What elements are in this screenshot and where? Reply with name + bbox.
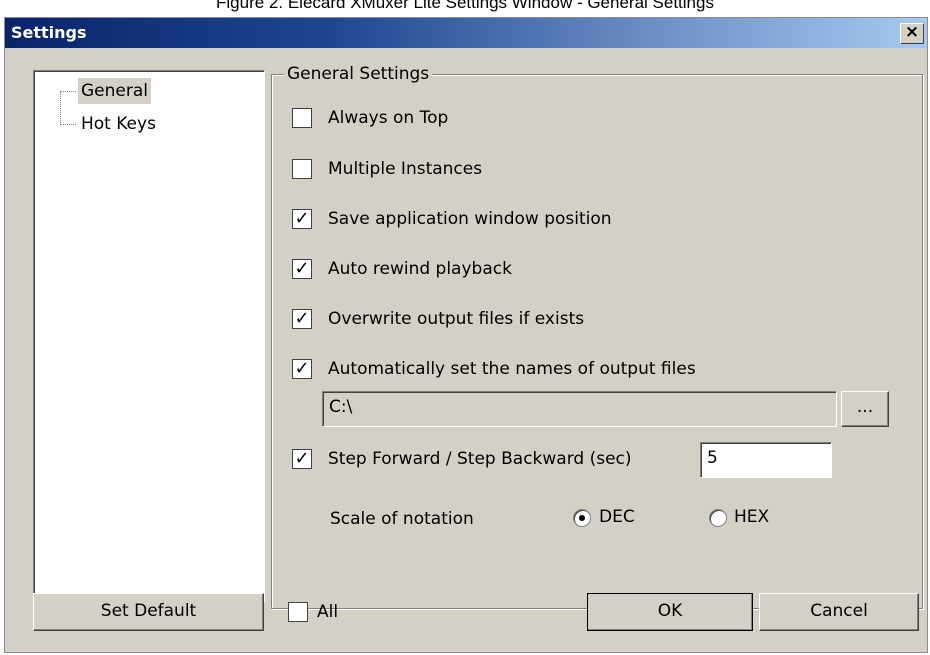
multiple-instances-label[interactable]: Multiple Instances <box>328 157 482 181</box>
step-checkbox[interactable]: ✓ <box>292 449 312 469</box>
auto-name-output-label[interactable]: Automatically set the names of output fi… <box>328 357 696 381</box>
title-bar[interactable]: Settings × <box>5 18 927 48</box>
hex-radio[interactable] <box>709 509 727 527</box>
overwrite-output-checkbox[interactable]: ✓ <box>292 309 312 329</box>
step-label[interactable]: Step Forward / Step Backward (sec) <box>328 447 632 471</box>
save-window-position-checkbox[interactable]: ✓ <box>292 209 312 229</box>
tree-item-hot-keys[interactable]: Hot Keys <box>78 111 159 137</box>
tree-connector-line <box>60 124 76 125</box>
all-label[interactable]: All <box>317 600 338 624</box>
close-icon: × <box>904 22 920 42</box>
auto-rewind-label[interactable]: Auto rewind playback <box>328 257 512 281</box>
always-on-top-checkbox[interactable] <box>292 108 312 128</box>
settings-category-tree[interactable]: General Hot Keys <box>33 70 265 602</box>
always-on-top-label[interactable]: Always on Top <box>328 106 448 130</box>
settings-window: Settings × General Hot Keys General Sett… <box>4 17 928 653</box>
general-settings-group: General Settings Always on Top Multiple … <box>271 64 923 609</box>
auto-name-output-checkbox[interactable]: ✓ <box>292 359 312 379</box>
check-icon: ✓ <box>294 358 310 379</box>
auto-rewind-checkbox[interactable]: ✓ <box>292 259 312 279</box>
save-window-position-label[interactable]: Save application window position <box>328 207 612 231</box>
dec-radio-label[interactable]: DEC <box>599 505 635 529</box>
all-checkbox[interactable] <box>288 602 308 622</box>
figure-caption: Figure 2. Elecard XMuxer Lite Settings W… <box>216 0 714 12</box>
overwrite-output-label[interactable]: Overwrite output files if exists <box>328 307 584 331</box>
tree-item-general[interactable]: General <box>78 78 151 104</box>
tree-connector-line <box>60 91 76 92</box>
browse-button[interactable]: ... <box>841 391 889 427</box>
window-title: Settings <box>11 23 87 42</box>
check-icon: ✓ <box>294 308 310 329</box>
tree-connector-line <box>60 91 61 125</box>
multiple-instances-checkbox[interactable] <box>292 159 312 179</box>
close-button[interactable]: × <box>900 23 924 44</box>
output-path-field[interactable]: C:\ <box>322 391 837 427</box>
group-title: General Settings <box>284 64 433 84</box>
radio-selected-dot <box>579 515 585 521</box>
dec-radio[interactable] <box>573 509 591 527</box>
cancel-button[interactable]: Cancel <box>759 593 919 631</box>
hex-radio-label[interactable]: HEX <box>734 505 769 529</box>
check-icon: ✓ <box>294 208 310 229</box>
check-icon: ✓ <box>294 448 310 469</box>
ok-button[interactable]: OK <box>587 593 753 631</box>
set-default-button[interactable]: Set Default <box>33 593 264 631</box>
check-icon: ✓ <box>294 258 310 279</box>
step-seconds-field[interactable]: 5 <box>700 442 832 478</box>
notation-label: Scale of notation <box>330 509 474 529</box>
